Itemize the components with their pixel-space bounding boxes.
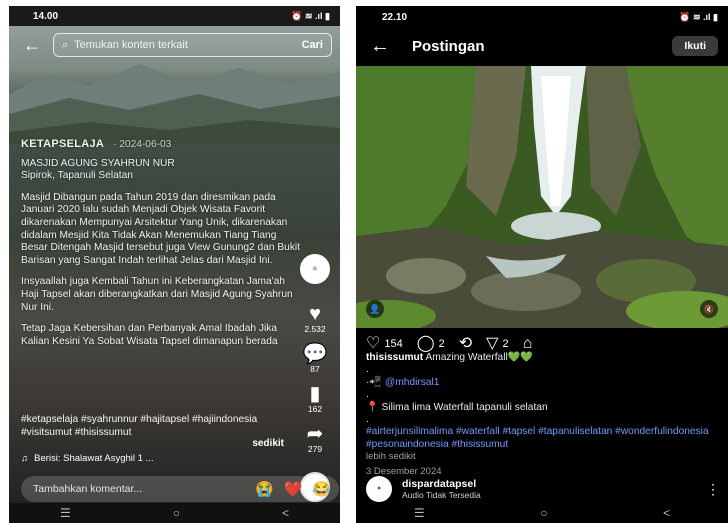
- search-button[interactable]: Cari: [302, 39, 323, 51]
- bookmark-icon: ▮: [309, 383, 321, 405]
- post-header: ← Postingan Ikuti: [356, 30, 728, 62]
- system-nav-bar: ☰ ○ <: [9, 503, 340, 523]
- post-caption: thisissumut Amazing Waterfall💚💚 . ·📲 @mh…: [366, 352, 726, 478]
- caption-dot-2: .: [366, 389, 369, 401]
- like-count: 154: [384, 338, 403, 350]
- search-placeholder: Temukan konten terkait: [74, 39, 188, 51]
- audio-row[interactable]: ✦ dispardatapsel Audio Tidak Tersedia ⋮: [366, 476, 720, 502]
- status-icons: ⏰ ≋ .ıl ▮: [291, 10, 330, 21]
- status-bar: 14.00 ⏰ ≋ .ıl ▮: [9, 6, 340, 26]
- bookmark-icon: ⌂: [522, 335, 533, 352]
- share-arrow-icon: ➦: [306, 423, 324, 445]
- caption-text: Amazing Waterfall💚💚: [425, 352, 534, 363]
- home-icon[interactable]: ○: [540, 506, 547, 520]
- like-count: 2.532: [304, 324, 326, 334]
- more-options-icon[interactable]: ⋮: [706, 481, 720, 498]
- mention-link[interactable]: @mhdirsal1: [385, 377, 440, 388]
- back-arrow-icon[interactable]: ←: [23, 36, 41, 54]
- save-button[interactable]: ▮ 162: [308, 384, 322, 414]
- audio-status: Audio Tidak Tersedia: [402, 490, 481, 500]
- post-hashtags[interactable]: #ketapselaja #syahrunnur #hajitapsel #ha…: [21, 414, 293, 439]
- post-author[interactable]: KETAPSELAJA: [21, 138, 104, 150]
- status-time: 22.10: [382, 11, 408, 23]
- back-arrow-icon[interactable]: ←: [370, 36, 390, 56]
- audio-avatar[interactable]: ✦: [366, 476, 392, 502]
- show-less-link[interactable]: sedikit: [252, 438, 284, 449]
- comment-bubble-icon: ◯: [416, 335, 435, 352]
- tagged-user-icon[interactable]: 👤: [366, 300, 384, 318]
- like-button[interactable]: ♥ 2.532: [304, 304, 325, 334]
- save-count: 162: [307, 404, 323, 414]
- heart-outline-icon: ♡: [366, 335, 381, 352]
- music-title: Berisi: Shalawat Asyghil 1 ...: [34, 453, 154, 464]
- mute-icon[interactable]: 🔇: [700, 300, 718, 318]
- recent-apps-icon[interactable]: ☰: [60, 506, 71, 520]
- comment-bubble-icon: 💬: [302, 343, 328, 365]
- like-button[interactable]: ♡ 154: [366, 336, 403, 352]
- repost-icon: ⟲: [458, 335, 473, 352]
- follow-button[interactable]: Ikuti: [672, 36, 718, 56]
- waterfall-illustration: [356, 66, 728, 328]
- mention-prefix: ·📲: [366, 376, 383, 388]
- back-icon[interactable]: <: [282, 506, 289, 520]
- comment-button[interactable]: ◯ 2: [417, 336, 445, 352]
- audio-account-name[interactable]: dispardatapsel: [402, 478, 696, 490]
- mountain-backdrop: [9, 64, 340, 144]
- system-nav-bar: ☰ ○ <: [356, 503, 728, 523]
- comment-button[interactable]: 💬 87: [303, 344, 328, 374]
- comment-input[interactable]: Tambahkan komentar... 😭 ❤️ 😂: [21, 476, 339, 502]
- caption-location: 📍 Silima lima Waterfall tapanuli selatan: [366, 401, 548, 413]
- bookmark-button[interactable]: ⌂: [523, 336, 533, 352]
- status-bar: 22.10 ⏰ ≋ .ıl ▮: [356, 6, 728, 28]
- caption-hashtags[interactable]: #airterjunsilimalima #waterfall #tapsel …: [366, 426, 726, 451]
- crying-emoji-button[interactable]: 😭: [255, 480, 274, 498]
- repost-button[interactable]: ⟲: [459, 336, 472, 352]
- laughing-emoji-button[interactable]: 😂: [312, 480, 331, 498]
- paragraph-2: Insyaallah juga Kembali Tahun ini Kebera…: [21, 276, 293, 313]
- creator-avatar[interactable]: ✿: [300, 254, 330, 284]
- send-icon: ▽: [486, 335, 499, 352]
- paragraph-1: Masjid Dibangun pada Tahun 2019 dan dire…: [21, 191, 301, 266]
- location-title: MASJID AGUNG SYAHRUN NUR: [21, 157, 175, 169]
- comment-count: 2: [438, 338, 445, 350]
- post-description: KETAPSELAJA · 2024-06-03 MASJID AGUNG SY…: [21, 138, 301, 357]
- heart-emoji-button[interactable]: ❤️: [284, 480, 303, 498]
- back-icon[interactable]: <: [663, 506, 670, 520]
- waterfall-photo[interactable]: 👤 🔇: [356, 66, 728, 328]
- search-input[interactable]: ⌕ Temukan konten terkait Cari: [53, 33, 332, 57]
- status-icons: ⏰ ≋ .ıl ▮: [679, 11, 718, 22]
- caption-username[interactable]: thisissumut: [366, 352, 423, 363]
- search-row: ← ⌕ Temukan konten terkait Cari: [9, 28, 340, 62]
- action-rail: ✿ ♥ 2.532 💬 87 ▮ 162 ➦ 279 ♪: [298, 254, 332, 502]
- caption-dot-1: .: [366, 364, 369, 376]
- screenshot-collage: 14.00 ⏰ ≋ .ıl ▮ ← ⌕ Temukan konten terka…: [0, 0, 728, 523]
- comment-placeholder: Tambahkan komentar...: [33, 483, 143, 495]
- page-title: Postingan: [412, 37, 485, 55]
- status-time: 14.00: [33, 10, 59, 22]
- share-count: 279: [307, 444, 323, 454]
- post-actions: ♡ 154 ◯ 2 ⟲ ▽ 2 ⌂: [366, 334, 720, 354]
- right-phone-screen: 22.10 ⏰ ≋ .ıl ▮ ← Postingan Ikuti 👤 🔇 ♡ …: [356, 6, 728, 523]
- show-less-link[interactable]: lebih sedikit: [366, 451, 726, 463]
- music-note-icon: ♫: [21, 453, 29, 464]
- paragraph-3: Tetap Jaga Kebersihan dan Perbanyak Amal…: [21, 323, 278, 347]
- share-button[interactable]: ▽ 2: [486, 336, 508, 352]
- search-icon: ⌕: [62, 38, 69, 51]
- share-button[interactable]: ➦ 279: [307, 424, 324, 454]
- home-icon[interactable]: ○: [173, 506, 180, 520]
- heart-icon: ♥: [309, 303, 321, 325]
- post-date: · 2024-06-03: [113, 139, 172, 150]
- audio-info: dispardatapsel Audio Tidak Tersedia: [402, 478, 696, 500]
- caption-dot-3: .: [366, 414, 369, 426]
- share-count: 2: [502, 338, 509, 350]
- left-phone-screen: 14.00 ⏰ ≋ .ıl ▮ ← ⌕ Temukan konten terka…: [9, 6, 340, 523]
- recent-apps-icon[interactable]: ☰: [414, 506, 425, 520]
- location-subtitle: Sipirok, Tapanuli Selatan: [21, 170, 133, 182]
- music-row[interactable]: ♫ Berisi: Shalawat Asyghil 1 ...: [21, 453, 153, 464]
- comment-count: 87: [310, 364, 320, 374]
